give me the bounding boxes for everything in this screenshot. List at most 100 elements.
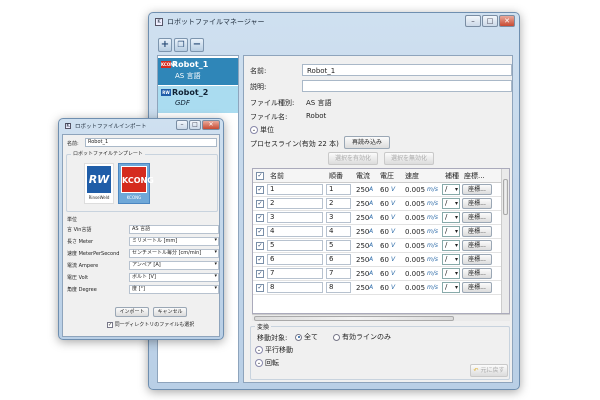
unit-value-select[interactable]: アンペア [A] xyxy=(129,261,219,270)
robot-file-import-window: K ロボットファイルインポート – □ ✕ 名前: Robot_1 ロボットファ… xyxy=(58,118,224,340)
row-checkbox[interactable]: ✓ xyxy=(256,270,264,278)
interp-dropdown[interactable]: / xyxy=(442,240,460,251)
table-row[interactable]: ✓66250A60V0.005m/s/座標... xyxy=(253,253,509,267)
speed-unit: m/s xyxy=(427,284,438,291)
row-name[interactable]: 3 xyxy=(267,212,323,223)
grid-hscrollbar[interactable] xyxy=(252,314,510,321)
chevron-down-icon: ⌄ xyxy=(255,346,263,354)
unit-value-select[interactable]: ボルト [V] xyxy=(129,273,219,282)
unit-value-select[interactable]: ミリメートル [mm] xyxy=(129,237,219,246)
select-all-checkbox[interactable]: ✓ xyxy=(256,172,264,180)
row-order[interactable]: 2 xyxy=(326,198,351,209)
interp-dropdown[interactable]: / xyxy=(442,254,460,265)
disable-selected-button[interactable]: 選択を無効化 xyxy=(384,152,434,165)
row-checkbox[interactable]: ✓ xyxy=(256,214,264,222)
enable-selected-button[interactable]: 選択を有効化 xyxy=(328,152,378,165)
maximize-button[interactable]: □ xyxy=(482,15,498,27)
copy-robot-button[interactable]: ❐ xyxy=(174,38,188,52)
row-name[interactable]: 6 xyxy=(267,254,323,265)
radio-all[interactable]: 全て xyxy=(295,332,318,342)
restore-button[interactable]: ↶ 元に戻す xyxy=(470,364,508,377)
table-row[interactable]: ✓11250A60V0.005m/s/座標... xyxy=(253,183,509,197)
row-order[interactable]: 7 xyxy=(326,268,351,279)
row-order[interactable]: 1 xyxy=(326,184,351,195)
table-row[interactable]: ✓33250A60V0.005m/s/座標... xyxy=(253,211,509,225)
table-row[interactable]: ✓88250A60V0.005m/s/座標... xyxy=(253,281,509,295)
voltage-unit: V xyxy=(391,242,396,249)
row-name[interactable]: 1 xyxy=(267,184,323,195)
row-checkbox[interactable]: ✓ xyxy=(256,242,264,250)
import-maximize-button[interactable]: □ xyxy=(189,120,201,130)
unit-value-select[interactable]: センチメートル毎分 [cm/min] xyxy=(129,249,219,258)
same-dir-checkbox[interactable]: ✓ 同一ディレクトリのファイルも選択 xyxy=(107,321,194,328)
unit-expander[interactable]: ⌄ 単位 xyxy=(250,125,274,135)
remove-robot-button[interactable]: − xyxy=(190,38,204,52)
radio-enabled-only[interactable]: 有効ラインのみ xyxy=(333,332,391,342)
row-speed: 0.005 xyxy=(405,284,426,292)
import-name-field[interactable]: Robot_1 xyxy=(85,138,217,147)
table-row[interactable]: ✓44250A60V0.005m/s/座標... xyxy=(253,225,509,239)
import-minimize-button[interactable]: – xyxy=(176,120,188,130)
interp-dropdown[interactable]: / xyxy=(442,184,460,195)
minimize-button[interactable]: – xyxy=(465,15,481,27)
coord-button[interactable]: 座標... xyxy=(462,212,492,223)
cancel-button[interactable]: キャンセル xyxy=(153,307,187,317)
description-field[interactable] xyxy=(302,80,512,92)
unit-value-select[interactable]: 度 [°] xyxy=(129,285,219,294)
name-field[interactable]: Robot_1 xyxy=(302,64,512,76)
robot-list-item-2[interactable]: RW Robot_2 GDF xyxy=(158,86,238,113)
rotate-expander[interactable]: ⌄ 回転 xyxy=(255,358,279,368)
row-current: 250 xyxy=(356,284,370,292)
row-name[interactable]: 5 xyxy=(267,240,323,251)
coord-button[interactable]: 座標... xyxy=(462,254,492,265)
add-robot-button[interactable]: + xyxy=(158,38,172,52)
row-checkbox[interactable]: ✓ xyxy=(256,186,264,194)
table-row[interactable]: ✓55250A60V0.005m/s/座標... xyxy=(253,239,509,253)
template-kcong[interactable]: KCONG KCONG xyxy=(118,163,154,204)
import-close-button[interactable]: ✕ xyxy=(202,120,220,130)
template-rw[interactable]: RW RinseWeld xyxy=(84,163,114,204)
robot-list-item-1[interactable]: KCONGRobot_1 AS 言語 xyxy=(158,58,238,85)
row-name[interactable]: 8 xyxy=(267,282,323,293)
coord-button[interactable]: 座標... xyxy=(462,282,492,293)
row-checkbox[interactable]: ✓ xyxy=(256,284,264,292)
current-unit: A xyxy=(369,256,374,263)
filetype-label: ファイル種別: xyxy=(250,99,295,107)
row-voltage: 60 xyxy=(380,214,389,222)
interp-dropdown[interactable]: / xyxy=(442,282,460,293)
coord-button[interactable]: 座標... xyxy=(462,184,492,195)
grid-hscroll-thumb[interactable] xyxy=(254,316,454,321)
row-current: 250 xyxy=(356,256,370,264)
coord-button[interactable]: 座標... xyxy=(462,198,492,209)
table-row[interactable]: ✓77250A60V0.005m/s/座標... xyxy=(253,267,509,281)
row-name[interactable]: 2 xyxy=(267,198,323,209)
row-checkbox[interactable]: ✓ xyxy=(256,228,264,236)
row-current: 250 xyxy=(356,242,370,250)
interp-dropdown[interactable]: / xyxy=(442,198,460,209)
row-order[interactable]: 4 xyxy=(326,226,351,237)
row-name[interactable]: 7 xyxy=(267,268,323,279)
row-checkbox[interactable]: ✓ xyxy=(256,200,264,208)
interp-dropdown[interactable]: / xyxy=(442,212,460,223)
current-unit: A xyxy=(369,284,374,291)
table-row[interactable]: ✓22250A60V0.005m/s/座標... xyxy=(253,197,509,211)
import-button[interactable]: インポート xyxy=(115,307,149,317)
reload-button[interactable]: 再読み込み xyxy=(344,136,390,149)
coord-button[interactable]: 座標... xyxy=(462,226,492,237)
row-order[interactable]: 3 xyxy=(326,212,351,223)
unit-value-select: AS 言語 xyxy=(129,225,219,234)
row-order[interactable]: 5 xyxy=(326,240,351,251)
close-button[interactable]: ✕ xyxy=(499,15,515,27)
translate-expander[interactable]: ⌄ 平行移動 xyxy=(255,345,293,355)
coord-button[interactable]: 座標... xyxy=(462,240,492,251)
interp-dropdown[interactable]: / xyxy=(442,268,460,279)
speed-unit: m/s xyxy=(427,214,438,221)
coord-button[interactable]: 座標... xyxy=(462,268,492,279)
row-name[interactable]: 4 xyxy=(267,226,323,237)
row-order[interactable]: 8 xyxy=(326,282,351,293)
interp-dropdown[interactable]: / xyxy=(442,226,460,237)
grid-scrollbar[interactable] xyxy=(501,169,509,313)
row-order[interactable]: 6 xyxy=(326,254,351,265)
row-checkbox[interactable]: ✓ xyxy=(256,256,264,264)
grid-scroll-thumb[interactable] xyxy=(503,179,508,215)
